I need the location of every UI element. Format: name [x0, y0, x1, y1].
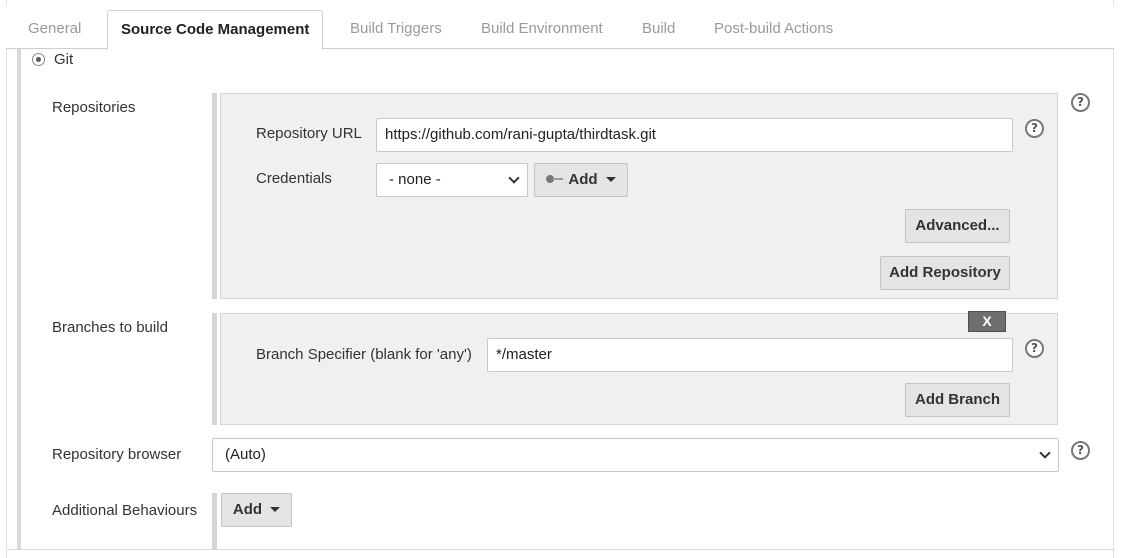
- repositories-label: Repositories: [52, 99, 136, 116]
- additional-behaviours-bar: [212, 493, 217, 549]
- delete-branch-button[interactable]: X: [968, 311, 1006, 332]
- tab-source-code-management[interactable]: Source Code Management: [107, 10, 324, 50]
- key-icon: [546, 174, 564, 184]
- branch-specifier-input[interactable]: */master: [487, 338, 1013, 372]
- branches-label: Branches to build: [52, 319, 168, 336]
- additional-behaviours-add-label: Add: [232, 501, 263, 518]
- tab-build[interactable]: Build: [642, 10, 675, 50]
- tab-build-environment[interactable]: Build Environment: [481, 10, 603, 50]
- tab-build-triggers[interactable]: Build Triggers: [350, 10, 442, 50]
- repository-browser-label: Repository browser: [52, 446, 182, 463]
- repository-url-input[interactable]: https://github.com/rani-gupta/thirdtask.…: [376, 118, 1013, 152]
- scm-panel: Git Repositories Repository URL https://…: [6, 49, 1115, 558]
- repositories-help-icon[interactable]: ?: [1071, 93, 1090, 112]
- branches-bar: [212, 313, 217, 425]
- tab-bar-frame: [6, 0, 1114, 6]
- repository-browser-select[interactable]: (Auto): [212, 438, 1059, 472]
- credentials-add-button[interactable]: Add: [534, 163, 628, 197]
- credentials-add-label: Add: [568, 171, 598, 188]
- repositories-bar: [212, 93, 217, 299]
- caret-down-icon: [270, 506, 281, 512]
- git-radio-label[interactable]: Git: [54, 51, 73, 68]
- add-repository-button[interactable]: Add Repository: [880, 256, 1010, 290]
- repository-url-label: Repository URL: [256, 125, 362, 142]
- tab-general[interactable]: General: [28, 10, 81, 50]
- repository-browser-value: (Auto): [225, 446, 266, 463]
- branch-specifier-help-icon[interactable]: ?: [1025, 339, 1044, 358]
- additional-behaviours-add-button[interactable]: Add: [221, 493, 292, 527]
- branch-specifier-label: Branch Specifier (blank for 'any'): [256, 346, 472, 363]
- credentials-select-value: - none -: [389, 171, 441, 188]
- credentials-label: Credentials: [256, 170, 332, 187]
- git-radio[interactable]: [32, 53, 45, 66]
- section-indent-bar: [17, 49, 21, 549]
- section-divider: [7, 549, 1115, 550]
- repository-browser-help-icon[interactable]: ?: [1071, 441, 1090, 460]
- tab-post-build-actions[interactable]: Post-build Actions: [714, 10, 833, 50]
- advanced-button[interactable]: Advanced...: [905, 209, 1010, 243]
- additional-behaviours-label: Additional Behaviours: [52, 502, 198, 519]
- add-branch-button[interactable]: Add Branch: [905, 383, 1010, 417]
- chevron-down-icon: [508, 172, 520, 184]
- caret-down-icon: [605, 176, 616, 182]
- tab-bar: General Source Code Management Build Tri…: [6, 0, 1114, 50]
- credentials-select[interactable]: - none -: [376, 163, 528, 197]
- repository-url-help-icon[interactable]: ?: [1025, 119, 1044, 138]
- chevron-down-icon: [1039, 447, 1051, 459]
